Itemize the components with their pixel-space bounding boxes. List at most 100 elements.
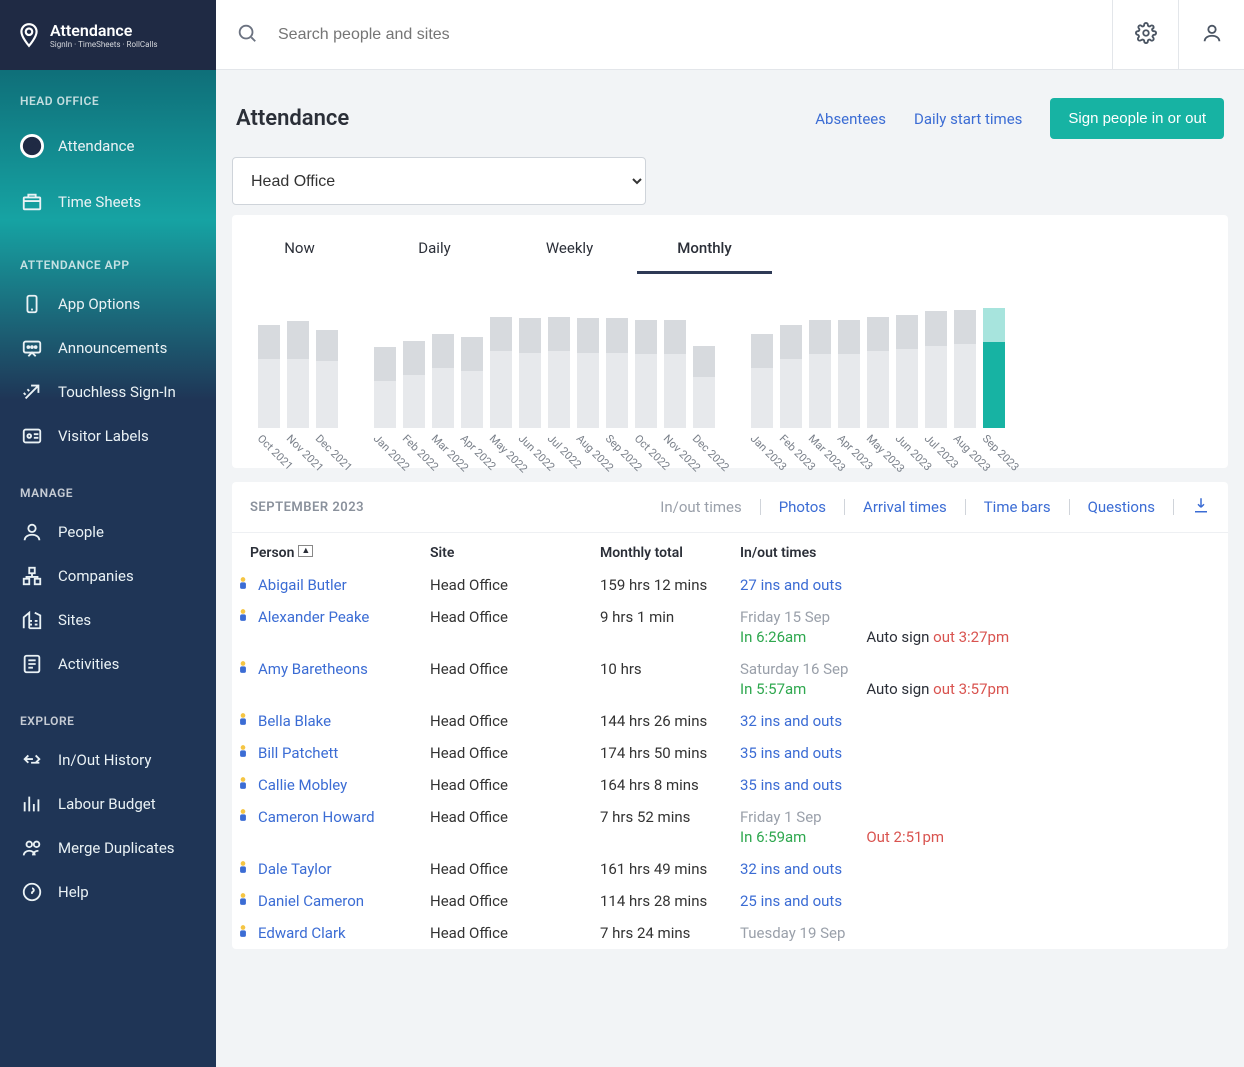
person-link[interactable]: Bill Patchett [258, 744, 338, 762]
sidebar-item-companies[interactable]: Companies [0, 554, 216, 598]
tab-now[interactable]: Now [232, 229, 367, 274]
chart-bar[interactable]: Apr 2022 [459, 337, 485, 428]
chart-bar[interactable]: Mar 2023 [807, 320, 833, 428]
person-link[interactable]: Abigail Butler [258, 576, 347, 594]
chart-bar[interactable]: Nov 2022 [662, 320, 688, 428]
sites-icon [20, 608, 44, 632]
tab-monthly[interactable]: Monthly [637, 229, 772, 274]
side-heading: HEAD OFFICE [0, 94, 216, 118]
touchless-icon [20, 380, 44, 404]
io-date: Tuesday 19 Sep [740, 924, 1220, 942]
daily-start-times-link[interactable]: Daily start times [914, 110, 1022, 128]
site-cell: Head Office [422, 705, 592, 737]
inout-times-filter[interactable]: In/out times [660, 498, 741, 516]
sidebar-item-touchless[interactable]: Touchless Sign-In [0, 370, 216, 414]
sign-in-out-button[interactable]: Sign people in or out [1050, 98, 1224, 139]
total-cell: 174 hrs 50 mins [592, 737, 732, 769]
chart-bar[interactable]: Aug 2023 [952, 310, 978, 428]
inout-link[interactable]: 27 ins and outs [740, 576, 842, 594]
table-row: Dale TaylorHead Office161 hrs 49 mins32 … [232, 853, 1228, 885]
inout-link[interactable]: 25 ins and outs [740, 892, 842, 910]
sidebar-item-label: Companies [58, 567, 134, 585]
chart-bar[interactable]: May 2022 [488, 317, 514, 428]
chart-bar[interactable]: Dec 2022 [691, 346, 717, 428]
chart-bar[interactable]: Sep 2022 [604, 318, 630, 428]
chart-bar[interactable]: Dec 2021 [314, 330, 340, 428]
account-button[interactable] [1178, 0, 1244, 70]
inout-link[interactable]: 32 ins and outs [740, 712, 842, 730]
person-link[interactable]: Edward Clark [258, 924, 346, 942]
sidebar-item-people[interactable]: People [0, 510, 216, 554]
sidebar-item-label: Announcements [58, 339, 167, 357]
sidebar-item-help[interactable]: Help [0, 870, 216, 914]
sidebar-item-visitor-labels[interactable]: Visitor Labels [0, 414, 216, 458]
site-cell: Head Office [422, 569, 592, 601]
person-link[interactable]: Callie Mobley [258, 776, 347, 794]
search-input[interactable] [278, 26, 1092, 44]
chart-bar[interactable]: Oct 2022 [633, 320, 659, 428]
chart-bar[interactable]: Feb 2023 [778, 325, 804, 428]
inout-link[interactable]: 35 ins and outs [740, 776, 842, 794]
sidebar-item-merge-dup[interactable]: Merge Duplicates [0, 826, 216, 870]
in-time: In 6:59am [740, 828, 806, 846]
download-icon[interactable] [1192, 496, 1210, 518]
sidebar-item-timesheets[interactable]: Time Sheets [0, 174, 216, 230]
inout-link[interactable]: 35 ins and outs [740, 744, 842, 762]
chart-bar[interactable]: Sep 2023 [981, 308, 1007, 428]
col-site[interactable]: Site [422, 533, 592, 569]
time-bars-filter[interactable]: Time bars [984, 498, 1051, 516]
sidebar-item-inout-history[interactable]: In/Out History [0, 738, 216, 782]
col-total[interactable]: Monthly total [592, 533, 732, 569]
site-select[interactable]: Head Office [232, 157, 646, 205]
col-person[interactable]: Person [250, 545, 294, 561]
chart-bar[interactable]: Aug 2022 [575, 318, 601, 428]
person-link[interactable]: Alexander Peake [258, 608, 369, 626]
absentees-link[interactable]: Absentees [815, 110, 886, 128]
photos-filter[interactable]: Photos [779, 498, 826, 516]
col-inout[interactable]: In/out times [732, 533, 1228, 569]
sidebar-item-attendance[interactable]: Attendance [0, 118, 216, 174]
site-cell: Head Office [422, 769, 592, 801]
inout-cell: Tuesday 19 Sep [732, 917, 1228, 949]
person-link[interactable]: Cameron Howard [258, 808, 375, 826]
chart-bar[interactable]: Jun 2023 [894, 315, 920, 428]
sidebar-item-announcements[interactable]: Announcements [0, 326, 216, 370]
page-title: Attendance [236, 106, 349, 131]
sidebar-item-activities[interactable]: Activities [0, 642, 216, 686]
settings-button[interactable] [1112, 0, 1178, 70]
announcements-icon [20, 336, 44, 360]
chart-bar[interactable]: Apr 2023 [836, 320, 862, 428]
total-cell: 7 hrs 52 mins [592, 801, 732, 853]
person-link[interactable]: Dale Taylor [258, 860, 332, 878]
chart-bar[interactable]: May 2023 [865, 317, 891, 428]
chart-bar[interactable]: Jul 2022 [546, 317, 572, 428]
chart-bar[interactable]: Jan 2022 [372, 347, 398, 428]
chart-bar[interactable]: Mar 2022 [430, 334, 456, 428]
arrival-times-filter[interactable]: Arrival times [863, 498, 947, 516]
chart-bar[interactable]: Nov 2021 [285, 321, 311, 428]
chart-bar[interactable]: Jan 2023 [749, 334, 775, 428]
table-row: Abigail ButlerHead Office159 hrs 12 mins… [232, 569, 1228, 601]
person-link[interactable]: Bella Blake [258, 712, 331, 730]
sidebar-item-app-options[interactable]: App Options [0, 282, 216, 326]
total-cell: 10 hrs [592, 653, 732, 705]
avatar-icon [236, 776, 250, 794]
chart-bar[interactable]: Jul 2023 [923, 311, 949, 428]
tab-daily[interactable]: Daily [367, 229, 502, 274]
inout-history-icon [20, 748, 44, 772]
help-icon [20, 880, 44, 904]
sidebar-item-sites[interactable]: Sites [0, 598, 216, 642]
person-link[interactable]: Daniel Cameron [258, 892, 364, 910]
in-time: In 6:26am [740, 628, 806, 646]
chart-bar[interactable]: Jun 2022 [517, 318, 543, 428]
main: Attendance Absentees Daily start times S… [216, 0, 1244, 1067]
sidebar-item-labour-budget[interactable]: Labour Budget [0, 782, 216, 826]
questions-filter[interactable]: Questions [1088, 498, 1155, 516]
side-heading: MANAGE [0, 486, 216, 510]
chart-bar[interactable]: Oct 2021 [256, 325, 282, 428]
tab-weekly[interactable]: Weekly [502, 229, 637, 274]
table-row: Bill PatchettHead Office174 hrs 50 mins3… [232, 737, 1228, 769]
person-link[interactable]: Amy Baretheons [258, 660, 368, 678]
chart-bar[interactable]: Feb 2022 [401, 341, 427, 428]
inout-link[interactable]: 32 ins and outs [740, 860, 842, 878]
